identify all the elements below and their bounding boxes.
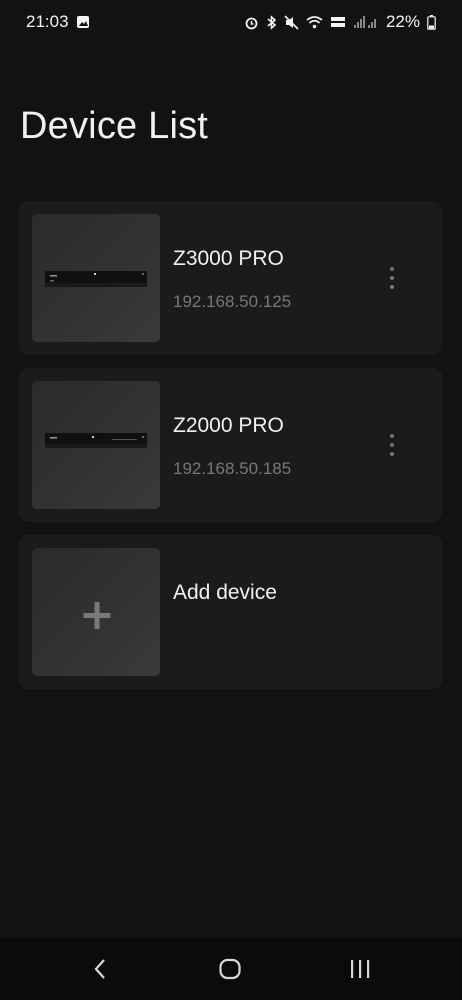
battery-percent: 22% (385, 12, 420, 31)
battery-icon (427, 14, 436, 30)
mute-icon (284, 14, 299, 30)
bluetooth-icon (266, 14, 277, 30)
status-bar: 21:03 22% (0, 0, 462, 44)
device-thumbnail (32, 214, 160, 342)
home-icon[interactable] (210, 952, 250, 986)
device-image (45, 271, 147, 287)
device-card-z2000[interactable]: Z2000 PRO 192.168.50.185 (19, 368, 442, 522)
device-thumbnail (32, 381, 160, 509)
device-image (45, 433, 147, 448)
back-icon[interactable] (80, 952, 120, 986)
add-device-thumbnail[interactable] (32, 548, 160, 676)
device-name: Z3000 PRO (173, 247, 284, 270)
status-left: 21:03 (26, 12, 90, 32)
page-title: Device List (20, 105, 209, 147)
image-icon (76, 15, 90, 29)
recents-icon[interactable] (340, 952, 380, 986)
device-name: Z2000 PRO (173, 414, 284, 437)
more-options-icon[interactable] (380, 263, 404, 293)
add-device-label: Add device (173, 581, 277, 604)
volte-icon (330, 15, 346, 29)
device-card-z3000[interactable]: Z3000 PRO 192.168.50.125 (19, 201, 442, 355)
status-right: 22% (244, 12, 436, 32)
status-time: 21:03 (26, 12, 69, 31)
alarm-icon (244, 15, 259, 30)
signal-icon (353, 15, 379, 29)
device-ip: 192.168.50.185 (173, 459, 292, 478)
device-ip: 192.168.50.125 (173, 292, 292, 311)
wifi-icon (306, 15, 323, 29)
navigation-bar (0, 938, 462, 1000)
more-options-icon[interactable] (380, 430, 404, 460)
plus-icon (83, 602, 111, 629)
add-device-card[interactable]: Add device (19, 535, 442, 689)
